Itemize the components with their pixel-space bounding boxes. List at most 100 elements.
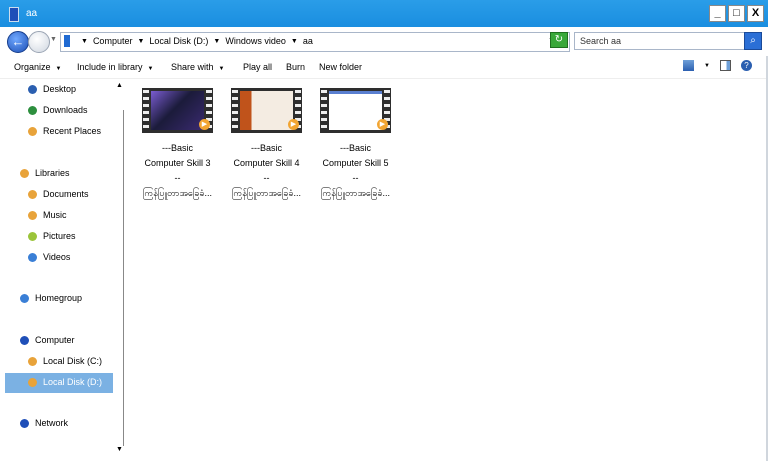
nav-item-documents[interactable]: Documents <box>0 185 113 205</box>
change-view-icon[interactable] <box>683 60 695 71</box>
share-with-menu[interactable]: Share with ▼ <box>171 62 224 72</box>
maximize-button[interactable]: □ <box>728 5 745 22</box>
nav-item-computer[interactable]: Computer <box>0 331 113 351</box>
breadcrumb-item[interactable]: Windows video <box>225 36 286 46</box>
chevron-down-icon[interactable]: ▼ <box>291 38 298 45</box>
drive-icon <box>28 378 37 387</box>
film-strip <box>143 90 149 131</box>
file-name-line: Computer Skill 3 <box>144 158 211 168</box>
nav-item-desktop[interactable]: Desktop <box>0 80 113 100</box>
organize-label: Organize <box>14 62 51 72</box>
include-in-library-menu[interactable]: Include in library ▼ <box>77 62 153 72</box>
recent-pages-dropdown-icon[interactable]: ▼ <box>50 36 57 43</box>
breadcrumb-item[interactable]: Local Disk (D:) <box>149 36 208 46</box>
nav-item-label: Desktop <box>43 84 77 94</box>
nav-item-homegroup[interactable]: Homegroup <box>0 289 113 309</box>
nav-item-recent-places[interactable]: Recent Places <box>0 122 113 142</box>
breadcrumb-item[interactable]: aa <box>303 36 313 46</box>
file-name: ---Basic Computer Skill 3 -- ကြန်ပြူတာအခ… <box>135 141 220 201</box>
pictures-icon <box>28 232 37 241</box>
nav-item-videos[interactable]: Videos <box>0 248 113 268</box>
file-name-line: ---Basic <box>340 143 371 153</box>
scroll-down-arrow[interactable]: ▼ <box>116 446 123 453</box>
nav-item-local-disk-d[interactable]: Local Disk (D:) <box>5 373 113 393</box>
include-in-library-label: Include in library <box>77 62 143 72</box>
video-thumbnail: ▶ <box>142 88 213 133</box>
nav-item-downloads[interactable]: Downloads <box>0 101 113 121</box>
play-all-button[interactable]: Play all <box>243 62 272 72</box>
nav-item-network[interactable]: Network <box>0 414 113 434</box>
search-placeholder: Search aa <box>580 36 622 46</box>
videos-icon <box>28 253 37 262</box>
chevron-down-icon[interactable]: ▼ <box>137 38 144 45</box>
file-list: ▶ ---Basic Computer Skill 3 -- ကြန်ပြူတာ… <box>128 80 768 461</box>
folder-icon <box>64 35 70 47</box>
nav-item-label: Pictures <box>43 231 76 241</box>
nav-item-local-disk-c[interactable]: Local Disk (C:) <box>0 352 113 372</box>
file-name-line: -- <box>174 173 181 183</box>
folder-icon <box>9 7 19 22</box>
file-name-line: Computer Skill 4 <box>233 158 300 168</box>
video-thumbnail: ▶ <box>231 88 302 133</box>
nav-scrollbar[interactable] <box>123 110 124 446</box>
chevron-down-icon[interactable]: ▼ <box>213 38 220 45</box>
nav-item-label: Computer <box>35 335 75 345</box>
minimize-button[interactable]: _ <box>709 5 726 22</box>
close-button[interactable]: X <box>747 5 764 22</box>
file-name-line: ---Basic <box>162 143 193 153</box>
file-name-line: Computer Skill 5 <box>322 158 389 168</box>
network-icon <box>20 419 29 428</box>
downloads-icon <box>28 106 37 115</box>
organize-menu[interactable]: Organize ▼ <box>14 62 61 72</box>
refresh-button[interactable]: ↻ <box>550 32 568 48</box>
nav-item-label: Libraries <box>35 168 70 178</box>
search-input[interactable]: Search aa ⌕ <box>574 32 762 50</box>
window-title: aa <box>26 8 38 19</box>
share-with-label: Share with <box>171 62 214 72</box>
help-icon[interactable]: ? <box>741 60 752 71</box>
file-name-line: ---Basic <box>251 143 282 153</box>
search-icon[interactable]: ⌕ <box>744 32 762 50</box>
thumbnail-image <box>240 91 293 130</box>
chevron-down-icon: ▼ <box>218 66 225 72</box>
chevron-down-icon: ▼ <box>147 66 154 72</box>
preview-pane-icon[interactable] <box>720 60 731 71</box>
file-item[interactable]: ▶ ---Basic Computer Skill 5 -- ကြန်ပြူတာ… <box>313 88 398 201</box>
breadcrumb: ▼ Computer ▼ Local Disk (D:) ▼ Windows v… <box>81 36 313 46</box>
file-name-line: ကြန်ပြူတာအခြေခံ... <box>320 188 391 198</box>
thumbnail-image <box>151 91 204 130</box>
nav-item-libraries[interactable]: Libraries <box>0 164 113 184</box>
chevron-down-icon[interactable]: ▼ <box>704 63 710 69</box>
computer-icon <box>20 336 29 345</box>
nav-item-label: Network <box>35 418 69 428</box>
new-folder-button[interactable]: New folder <box>319 62 362 72</box>
nav-item-label: Local Disk (C:) <box>43 356 103 366</box>
burn-button[interactable]: Burn <box>286 62 305 72</box>
nav-item-label: Local Disk (D:) <box>43 377 103 387</box>
nav-item-label: Videos <box>43 252 71 262</box>
nav-item-label: Homegroup <box>35 293 83 303</box>
nav-item-music[interactable]: Music <box>0 206 113 226</box>
chevron-down-icon[interactable]: ▼ <box>81 38 88 45</box>
homegroup-icon <box>20 294 29 303</box>
command-bar: Organize ▼ Include in library ▼ Share with… <box>0 56 768 79</box>
file-item[interactable]: ▶ ---Basic Computer Skill 3 -- ကြန်ပြူတာ… <box>135 88 220 201</box>
file-name-line: ကြန်ပြူတာအခြေခံ... <box>142 188 213 198</box>
nav-item-label: Music <box>43 210 67 220</box>
forward-button[interactable] <box>28 31 50 53</box>
play-icon: ▶ <box>288 119 299 130</box>
breadcrumb-item[interactable]: Computer <box>93 36 133 46</box>
nav-item-label: Downloads <box>43 105 88 115</box>
chevron-down-icon: ▼ <box>55 66 62 72</box>
play-icon: ▶ <box>377 119 388 130</box>
film-strip <box>232 90 238 131</box>
video-thumbnail: ▶ <box>320 88 391 133</box>
address-bar[interactable]: ▼ Computer ▼ Local Disk (D:) ▼ Windows v… <box>60 32 570 52</box>
back-button[interactable]: ← <box>7 31 29 53</box>
nav-item-label: Recent Places <box>43 126 102 136</box>
nav-item-pictures[interactable]: Pictures <box>0 227 113 247</box>
view-controls: ▼ ? <box>683 60 752 71</box>
thumbnail-image <box>329 91 382 130</box>
scroll-up-arrow[interactable]: ▲ <box>116 82 123 89</box>
file-item[interactable]: ▶ ---Basic Computer Skill 4 -- ကြန်ပြူတာ… <box>224 88 309 201</box>
